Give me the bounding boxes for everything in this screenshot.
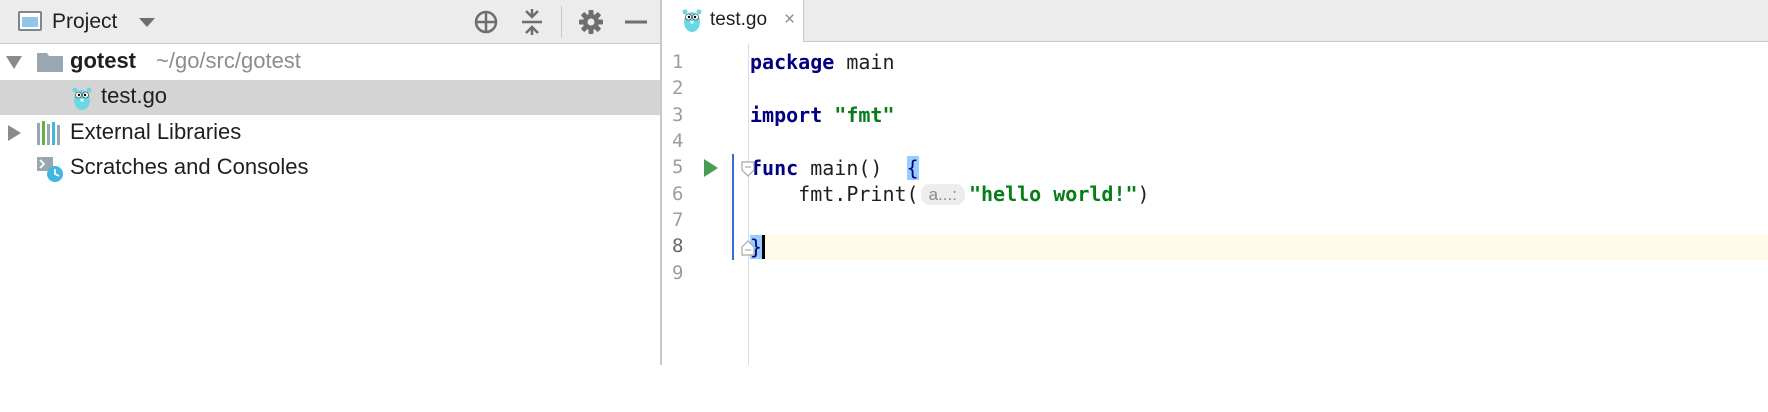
fold-icon[interactable] bbox=[741, 161, 755, 182]
editor: test.go × 1 2 3 4 5 6 7 8 9 package main… bbox=[662, 0, 1768, 365]
tree-item-label: Scratches and Consoles bbox=[70, 154, 309, 179]
code-line-1[interactable]: package main bbox=[750, 49, 1768, 75]
folder-icon bbox=[37, 52, 63, 77]
line-number: 8 bbox=[672, 235, 684, 257]
gopher-icon bbox=[681, 7, 703, 38]
line-number: 6 bbox=[672, 183, 684, 205]
gear-icon[interactable] bbox=[575, 6, 607, 38]
collapse-all-icon[interactable] bbox=[516, 6, 548, 38]
parameter-hint: a...: bbox=[920, 184, 965, 205]
tree-item-scratches[interactable]: Scratches and Consoles bbox=[0, 151, 660, 186]
fold-indicator-line bbox=[732, 154, 734, 260]
code-text: ) bbox=[1137, 182, 1150, 206]
locate-icon[interactable] bbox=[470, 6, 502, 38]
tree-item-gotest[interactable]: gotest ~/go/src/gotest bbox=[0, 45, 660, 80]
tree-item-label: test.go bbox=[101, 83, 168, 108]
minimize-icon[interactable] bbox=[620, 6, 652, 38]
tree-item-label: gotest bbox=[70, 48, 136, 73]
editor-gutter: 1 2 3 4 5 6 7 8 9 bbox=[662, 44, 749, 365]
tree-item-label: External Libraries bbox=[70, 119, 242, 144]
line-number: 4 bbox=[672, 130, 684, 152]
tree-item-external-libraries[interactable]: External Libraries bbox=[0, 116, 660, 151]
tab-test-go[interactable]: test.go × bbox=[662, 0, 804, 42]
brace-highlight: { bbox=[906, 156, 919, 180]
tab-label: test.go bbox=[710, 9, 768, 30]
code-text: fmt.Print( bbox=[798, 182, 919, 206]
library-icon bbox=[37, 121, 63, 150]
line-number: 2 bbox=[672, 77, 684, 99]
tree-item-path: ~/go/src/gotest bbox=[156, 48, 301, 73]
line-number: 5 bbox=[672, 156, 684, 178]
keyword: func bbox=[750, 156, 799, 180]
dropdown-icon[interactable] bbox=[139, 18, 155, 27]
line-number: 9 bbox=[672, 262, 684, 284]
project-view-icon[interactable] bbox=[18, 11, 42, 31]
keyword: import bbox=[750, 103, 823, 127]
run-icon[interactable] bbox=[704, 159, 718, 177]
code-text: main() bbox=[798, 156, 907, 180]
string-literal: "hello world!" bbox=[968, 182, 1138, 206]
keyword: package bbox=[750, 50, 835, 74]
scratch-icon bbox=[37, 155, 65, 188]
fold-icon[interactable] bbox=[741, 240, 755, 261]
text-caret bbox=[762, 235, 766, 259]
header-separator bbox=[561, 6, 562, 38]
gopher-icon bbox=[71, 85, 93, 116]
code-line-5[interactable]: func main() { bbox=[750, 155, 1768, 181]
close-icon[interactable]: × bbox=[784, 9, 795, 31]
tree-item-test-go[interactable]: test.go bbox=[0, 80, 660, 115]
project-view-title[interactable]: Project bbox=[52, 10, 117, 34]
line-number: 3 bbox=[672, 104, 684, 126]
code-area[interactable]: package main import "fmt" func main() { … bbox=[750, 44, 1768, 365]
string-literal: "fmt" bbox=[834, 103, 895, 127]
line-number: 7 bbox=[672, 209, 684, 231]
editor-tab-bar: test.go × bbox=[662, 0, 1768, 42]
project-panel-header: Project bbox=[0, 0, 660, 44]
expand-arrow-icon[interactable] bbox=[8, 125, 22, 146]
code-line-8[interactable]: } bbox=[750, 234, 1768, 260]
project-panel: Project gotest ~/go/src/gotest test.go E… bbox=[0, 0, 662, 365]
line-number: 1 bbox=[672, 51, 684, 73]
code-line-3[interactable]: import "fmt" bbox=[750, 102, 1768, 128]
code-text: main bbox=[834, 50, 895, 74]
collapse-arrow-icon[interactable] bbox=[6, 56, 22, 75]
code-line-6[interactable]: fmt.Print(a...: "hello world!") bbox=[750, 181, 1768, 207]
